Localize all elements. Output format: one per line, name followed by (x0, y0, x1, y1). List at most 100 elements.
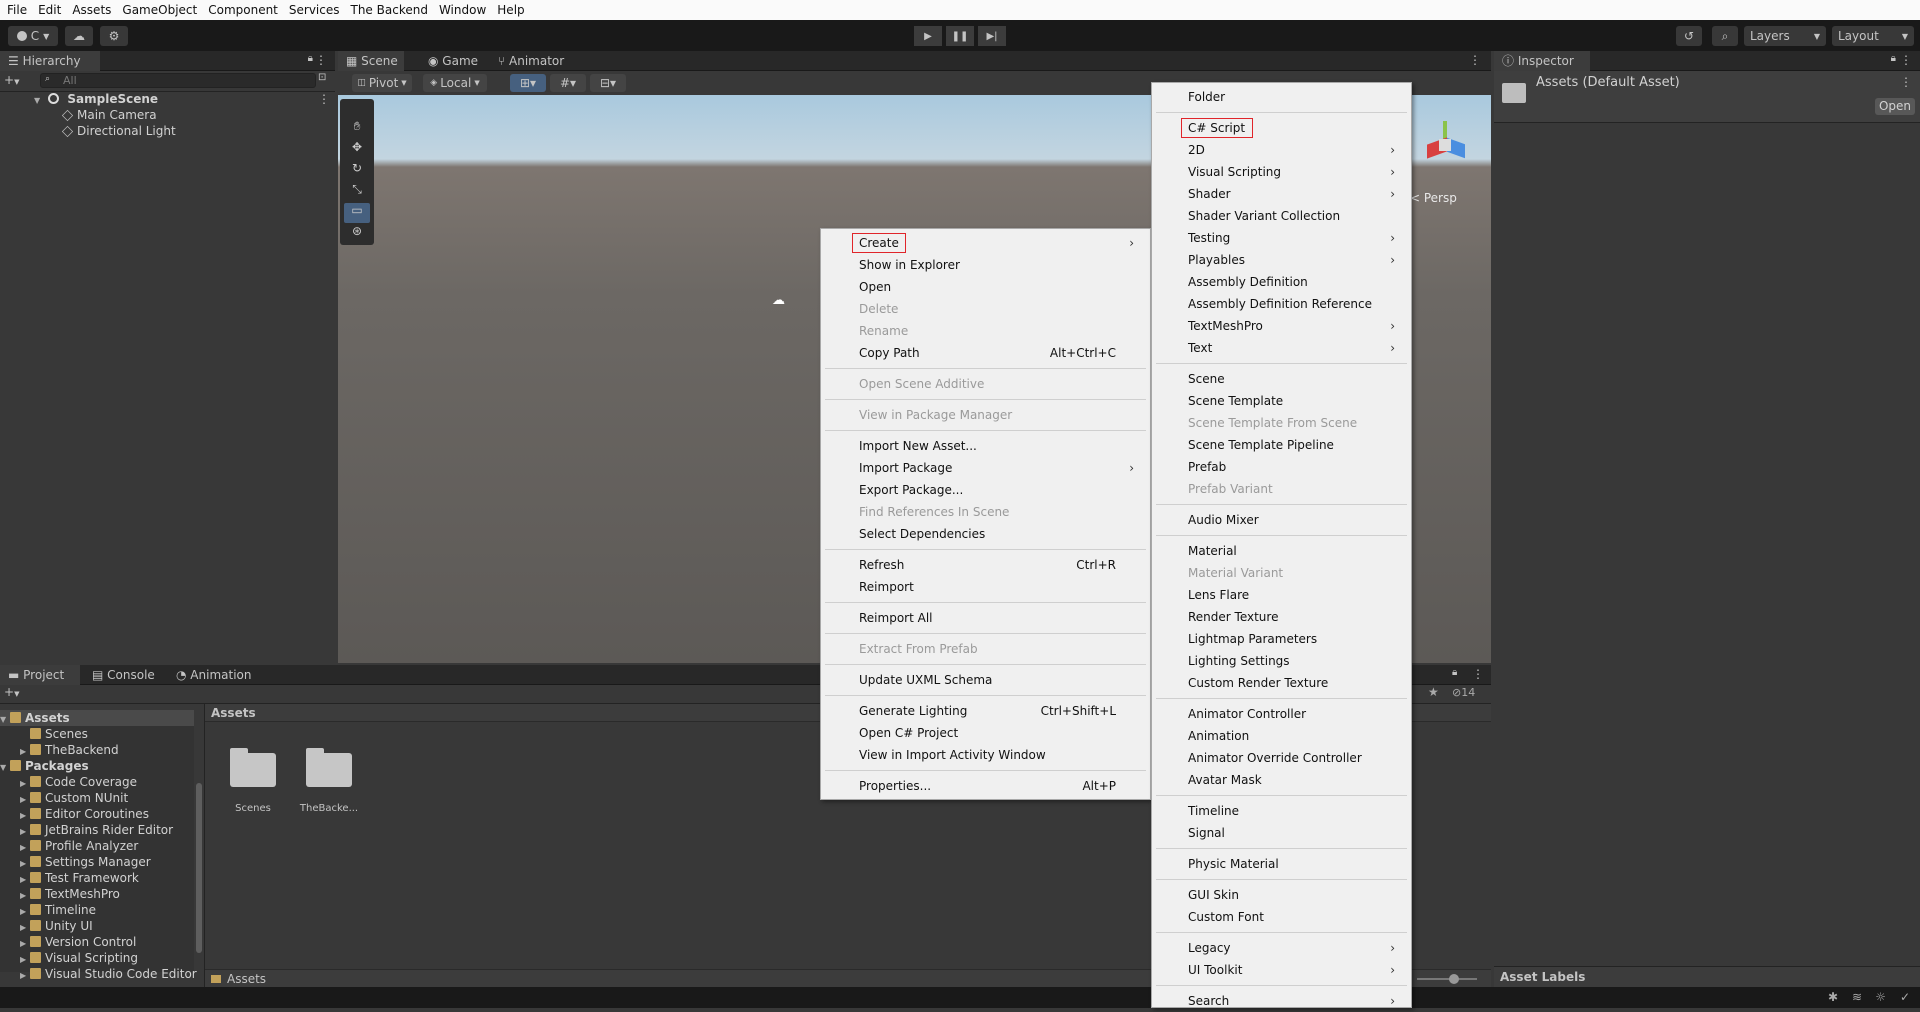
rect-tool-button[interactable]: ▭ (344, 203, 370, 223)
create-item-folder[interactable]: Folder (1188, 86, 1397, 108)
grid-visibility-button[interactable]: #▾ (550, 74, 586, 92)
tree-item-package[interactable]: ▶ Editor Coroutines (20, 806, 149, 822)
create-item-material[interactable]: Material (1188, 540, 1397, 562)
create-item-scene[interactable]: Scene (1188, 368, 1397, 390)
layers-dropdown[interactable]: Layers ▼ (1744, 26, 1826, 46)
create-item-gui-skin[interactable]: GUI Skin (1188, 884, 1397, 906)
menu-edit[interactable]: Edit (38, 0, 61, 20)
scene-row[interactable]: ▼ SampleScene (34, 91, 334, 107)
create-item-visual-scripting[interactable]: Visual Scripting › (1188, 161, 1397, 183)
create-item-prefab[interactable]: Prefab (1188, 456, 1397, 478)
tree-item-package[interactable]: ▶ Settings Manager (20, 854, 151, 870)
menu-window[interactable]: Window (439, 0, 486, 20)
hidden-packages-icon[interactable]: ⊘14 (1452, 686, 1475, 699)
create-item-animator-override-controller[interactable]: Animator Override Controller (1188, 747, 1397, 769)
zoom-slider[interactable] (1417, 974, 1477, 984)
tree-item-package[interactable]: ▶ Timeline (20, 902, 96, 918)
ctx-item-import-package[interactable]: Import Package › (859, 457, 1136, 479)
tree-item-scenes[interactable]: Scenes (20, 726, 88, 742)
history-button[interactable]: ↺ (1676, 26, 1702, 46)
asset-folder-thebackend[interactable] (304, 745, 354, 807)
local-dropdown[interactable]: ◈ Local ▼ (423, 74, 487, 92)
menu-file[interactable]: File (7, 0, 27, 20)
tree-item-package[interactable]: ▶ TextMeshPro (20, 886, 120, 902)
menu-services[interactable]: Services (289, 0, 340, 20)
create-item-assembly-definition-reference[interactable]: Assembly Definition Reference (1188, 293, 1397, 315)
tree-item-package[interactable]: ▶ Code Coverage (20, 774, 137, 790)
create-item-custom-font[interactable]: Custom Font (1188, 906, 1397, 928)
tab-project[interactable]: ▬ Project (0, 665, 80, 685)
create-item-audio-mixer[interactable]: Audio Mixer (1188, 509, 1397, 531)
create-item-animator-controller[interactable]: Animator Controller (1188, 703, 1397, 725)
create-item-avatar-mask[interactable]: Avatar Mask (1188, 769, 1397, 791)
menu-help[interactable]: Help (497, 0, 524, 20)
ctx-item-view-in-import-activity-window[interactable]: View in Import Activity Window (859, 744, 1136, 766)
tab-scene[interactable]: ▦ Scene (338, 51, 404, 71)
search-options-icon[interactable]: ⊡ (318, 72, 326, 83)
grid-snap-button[interactable]: ⊞▾ (510, 74, 546, 92)
account-button[interactable]: C ▼ (8, 26, 58, 46)
tab-game[interactable]: ◉ Game (420, 51, 486, 71)
menu-component[interactable]: Component (208, 0, 278, 20)
breadcrumb-item[interactable]: Assets (211, 706, 256, 720)
ctx-item-reimport[interactable]: Reimport (859, 576, 1136, 598)
create-item-search[interactable]: Search › (1188, 990, 1397, 1012)
create-item-lens-flare[interactable]: Lens Flare (1188, 584, 1397, 606)
increment-snap-button[interactable]: ⊟▾ (590, 74, 626, 92)
perspective-label[interactable]: < Persp (1410, 191, 1457, 205)
create-item-testing[interactable]: Testing › (1188, 227, 1397, 249)
hierarchy-search-input[interactable]: ⌕ All (40, 73, 316, 88)
collab-button[interactable]: ⚙ (100, 26, 128, 46)
tree-item-package[interactable]: ▶ Version Control (20, 934, 136, 950)
tab-hierarchy[interactable]: ☰ Hierarchy (0, 51, 100, 71)
move-tool-button[interactable]: ✥ (344, 140, 370, 160)
tab-animator[interactable]: ⑂ Animator (490, 51, 580, 71)
open-button[interactable]: Open (1875, 98, 1915, 115)
hierarchy-item-main-camera[interactable]: Main Camera (61, 107, 157, 123)
ctx-item-import-new-asset[interactable]: Import New Asset... (859, 435, 1136, 457)
tab-console[interactable]: ▤ Console (84, 665, 164, 685)
create-item-lighting-settings[interactable]: Lighting Settings (1188, 650, 1397, 672)
play-button[interactable]: ▶ (914, 26, 942, 46)
tree-item-package[interactable]: ▶ Visual Studio Code Editor (20, 966, 197, 982)
create-item-timeline[interactable]: Timeline (1188, 800, 1397, 822)
tree-item-packages[interactable]: ▼ Packages (0, 758, 89, 774)
zoom-slider-thumb[interactable] (1449, 974, 1459, 984)
lock-icon[interactable]: 🔒︎ (1891, 53, 1896, 64)
project-add-button[interactable]: +▼ (4, 685, 34, 703)
tab-inspector[interactable]: ⓘ Inspector (1494, 51, 1590, 71)
tab-animation[interactable]: ◔ Animation (168, 665, 268, 685)
more-icon[interactable]: ⋮ (1472, 667, 1484, 681)
create-item-lightmap-parameters[interactable]: Lightmap Parameters (1188, 628, 1397, 650)
tree-item-package[interactable]: ▶ Custom NUnit (20, 790, 128, 806)
tree-item-thebackend[interactable]: ▶ TheBackend (20, 742, 119, 758)
ctx-item-open-c-project[interactable]: Open C# Project (859, 722, 1136, 744)
scene-gizmo[interactable] (1413, 111, 1483, 175)
lock-icon[interactable]: 🔒︎ (1452, 667, 1457, 678)
tree-item-package[interactable]: ▶ Visual Scripting (20, 950, 138, 966)
transform-tool-button[interactable]: ⊛ (344, 224, 370, 244)
menu-thebackend[interactable]: The Backend (351, 0, 428, 20)
ctx-item-open[interactable]: Open (859, 276, 1136, 298)
menu-gameobject[interactable]: GameObject (122, 0, 197, 20)
menu-assets[interactable]: Assets (72, 0, 111, 20)
ctx-item-refresh[interactable]: Refresh Ctrl+R (859, 554, 1136, 576)
create-item-physic-material[interactable]: Physic Material (1188, 853, 1397, 875)
cloud-button[interactable]: ☁ (65, 26, 93, 46)
search-button[interactable]: ⌕ (1712, 26, 1738, 46)
check-circle-icon[interactable]: ✓ (1900, 990, 1910, 1004)
create-item-ui-toolkit[interactable]: UI Toolkit › (1188, 959, 1397, 981)
bug-icon[interactable]: ☼ (1875, 990, 1886, 1004)
hierarchy-item-directional-light[interactable]: Directional Light (61, 123, 176, 139)
create-item-2d[interactable]: 2D › (1188, 139, 1397, 161)
ctx-item-generate-lighting[interactable]: Generate Lighting Ctrl+Shift+L (859, 700, 1136, 722)
create-item-text[interactable]: Text › (1188, 337, 1397, 359)
pivot-dropdown[interactable]: ◫ Pivot ▼ (352, 74, 412, 92)
create-item-signal[interactable]: Signal (1188, 822, 1397, 844)
scale-tool-button[interactable]: ⤡ (344, 182, 370, 202)
favorite-star-icon[interactable]: ★ (1428, 685, 1439, 699)
ctx-item-copy-path[interactable]: Copy Path Alt+Ctrl+C (859, 342, 1136, 364)
hand-tool-button[interactable]: ✋︎ (344, 119, 370, 139)
create-item-scene-template-pipeline[interactable]: Scene Template Pipeline (1188, 434, 1397, 456)
create-item-legacy[interactable]: Legacy › (1188, 937, 1397, 959)
